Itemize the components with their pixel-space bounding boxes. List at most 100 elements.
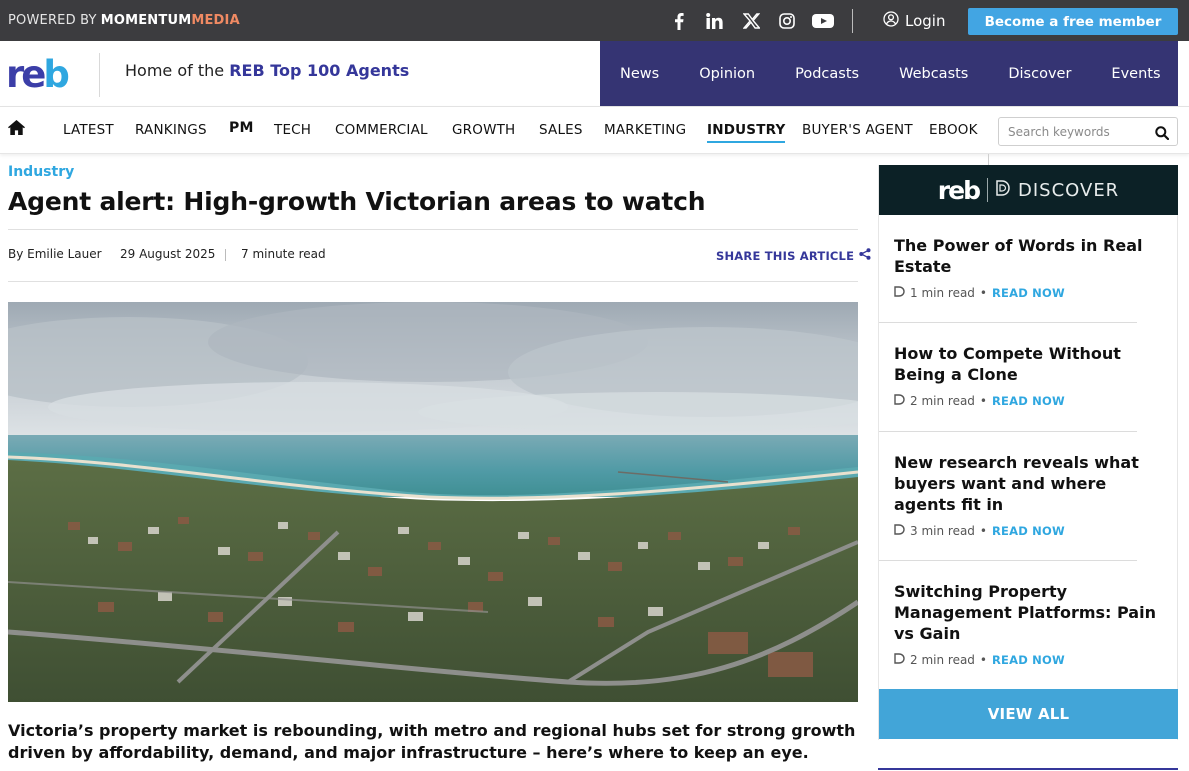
subnav-buyers-agent[interactable]: BUYER'S AGENT	[802, 122, 913, 138]
top-bar: POWERED BY MOMENTUMMEDIA Login Become a f…	[0, 0, 1189, 41]
meta-dot: •	[979, 524, 987, 538]
discover-sidebar: reb DISCOVER The Power of Words in Real …	[878, 165, 1178, 740]
search-icon[interactable]	[1155, 125, 1170, 144]
card-title[interactable]: New research reveals what buyers want an…	[894, 452, 1166, 515]
article-category[interactable]: Industry	[8, 164, 74, 180]
facebook-icon[interactable]	[667, 9, 691, 33]
discover-d-icon	[894, 286, 905, 300]
subnav-commercial[interactable]: COMMERCIAL	[335, 122, 428, 138]
tagline: Home of the REB Top 100 Agents	[125, 61, 409, 80]
nav-news[interactable]: News	[600, 66, 679, 82]
article-title: Agent alert: High-growth Victorian areas…	[8, 187, 706, 216]
login-link[interactable]: Login	[883, 11, 945, 31]
subnav-marketing[interactable]: MARKETING	[604, 122, 686, 138]
tagline-highlight[interactable]: REB Top 100 Agents	[229, 61, 409, 80]
login-label: Login	[905, 12, 946, 30]
x-icon[interactable]	[739, 9, 763, 33]
become-member-button[interactable]: Become a free member	[968, 8, 1178, 35]
meta-divider	[8, 281, 858, 282]
card-read-time: 2 min read	[910, 653, 975, 667]
user-icon	[883, 11, 899, 31]
meta-dot: •	[979, 394, 987, 408]
logo-letter-r: r	[6, 53, 24, 96]
card-read-time: 2 min read	[910, 394, 975, 408]
title-divider	[8, 229, 858, 230]
search-input[interactable]	[1008, 123, 1148, 141]
subnav-sales[interactable]: SALES	[539, 122, 583, 138]
site-header: reb Home of the REB Top 100 Agents News …	[0, 41, 1189, 106]
meta-dot: •	[979, 286, 987, 300]
read-now-link[interactable]: READ NOW	[992, 394, 1065, 408]
sidebar-tick	[988, 154, 989, 165]
read-now-link[interactable]: READ NOW	[992, 653, 1065, 667]
nav-webcasts[interactable]: Webcasts	[879, 66, 988, 82]
card-divider	[879, 560, 1137, 561]
read-now-link[interactable]: READ NOW	[992, 286, 1065, 300]
nav-opinion[interactable]: Opinion	[679, 66, 775, 82]
discover-header[interactable]: reb DISCOVER	[879, 165, 1178, 215]
subnav-rankings[interactable]: RANKINGS	[135, 122, 207, 138]
card-title[interactable]: The Power of Words in Real Estate	[894, 235, 1166, 277]
view-all-button[interactable]: VIEW ALL	[879, 689, 1178, 739]
header-divider	[99, 53, 100, 97]
article-read-time: 7 minute read	[241, 247, 326, 261]
powered-by-label: POWERED BY	[8, 13, 97, 28]
card-read-time: 3 min read	[910, 524, 975, 538]
subnav-tech[interactable]: TECH	[274, 122, 311, 138]
article-author[interactable]: By Emilie Lauer	[8, 247, 102, 261]
discover-d-icon	[894, 524, 905, 538]
reb-logo[interactable]: reb	[6, 53, 70, 96]
discover-card[interactable]: Switching Property Management Platforms:…	[894, 581, 1166, 667]
category-nav: LATEST RANKINGS PM TECH COMMERCIAL GROWT…	[0, 106, 1189, 154]
instagram-icon[interactable]	[775, 9, 799, 33]
meta-dot: •	[979, 653, 987, 667]
logo-letter-b: b	[43, 53, 69, 96]
card-title[interactable]: How to Compete Without Being a Clone	[894, 343, 1166, 385]
subnav-industry[interactable]: INDUSTRY	[707, 122, 786, 143]
article-date: 29 August 2025	[120, 247, 216, 261]
card-divider	[879, 431, 1137, 432]
meta-separator	[225, 249, 226, 261]
discover-card[interactable]: The Power of Words in Real Estate 1 min …	[894, 235, 1166, 300]
aerial-coastal-suburb-image	[8, 302, 858, 702]
nav-podcasts[interactable]: Podcasts	[775, 66, 879, 82]
discover-card[interactable]: How to Compete Without Being a Clone 2 m…	[894, 343, 1166, 408]
subnav-growth[interactable]: GROWTH	[452, 122, 515, 138]
card-meta: 3 min read • READ NOW	[894, 524, 1166, 538]
share-label: SHARE THIS ARTICLE	[716, 248, 855, 263]
share-icon	[859, 248, 871, 263]
topbar-divider	[852, 9, 853, 33]
youtube-icon[interactable]	[811, 9, 835, 33]
logo-letter-e: e	[21, 53, 46, 96]
card-meta: 1 min read • READ NOW	[894, 286, 1166, 300]
article-lead: Victoria’s property market is rebounding…	[8, 721, 856, 762]
subnav-ebook[interactable]: EBOOK	[929, 122, 978, 138]
subnav-latest[interactable]: LATEST	[63, 122, 114, 138]
subnav-pm[interactable]: PM	[229, 120, 254, 136]
discover-d-icon	[996, 180, 1010, 200]
read-now-link[interactable]: READ NOW	[992, 524, 1065, 538]
media-brand[interactable]: MEDIA	[191, 13, 240, 28]
card-meta: 2 min read • READ NOW	[894, 394, 1166, 408]
card-title[interactable]: Switching Property Management Platforms:…	[894, 581, 1166, 644]
sidebar-bottom-rule	[878, 768, 1178, 770]
card-read-time: 1 min read	[910, 286, 975, 300]
hero-image	[8, 302, 858, 702]
discover-divider	[986, 178, 988, 202]
nav-events[interactable]: Events	[1091, 66, 1180, 82]
card-meta: 2 min read • READ NOW	[894, 653, 1166, 667]
linkedin-icon[interactable]	[702, 9, 726, 33]
powered-by: POWERED BY MOMENTUMMEDIA	[8, 13, 240, 28]
card-divider	[879, 322, 1137, 323]
share-article-button[interactable]: SHARE THIS ARTICLE	[716, 248, 871, 263]
discover-reb-logo: reb	[937, 175, 981, 205]
home-icon[interactable]	[8, 120, 25, 139]
discover-card[interactable]: New research reveals what buyers want an…	[894, 452, 1166, 538]
momentum-brand[interactable]: MOMENTUM	[101, 13, 192, 28]
tagline-prefix: Home of the	[125, 61, 225, 80]
search-box	[998, 117, 1178, 146]
nav-discover[interactable]: Discover	[988, 66, 1091, 82]
discover-d-icon	[894, 394, 905, 408]
main-nav: News Opinion Podcasts Webcasts Discover …	[600, 41, 1178, 106]
discover-d-icon	[894, 653, 905, 667]
